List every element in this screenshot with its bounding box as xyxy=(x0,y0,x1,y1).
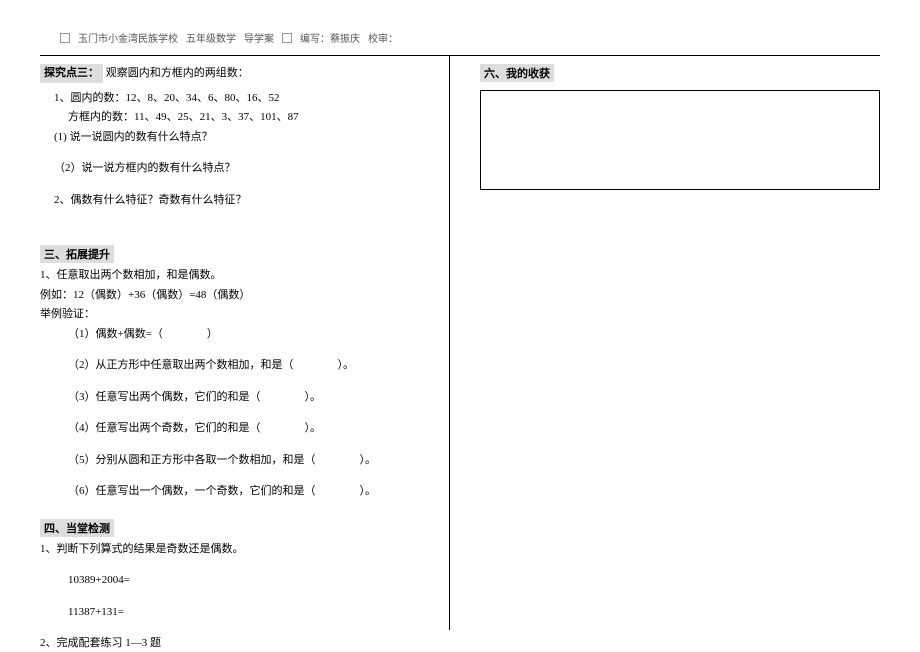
expand-l1: 1、任意取出两个数相加，和是偶数。 xyxy=(40,267,434,284)
page-header: 玉门市小金湾民族学校 五年级数学 导学案 编写：蔡振庆 校审： xyxy=(60,30,860,45)
section-harvest: 六、我的收获 xyxy=(480,64,880,190)
section-test: 四、当堂检测 1、判断下列算式的结果是奇数还是偶数。 10389+2004= 1… xyxy=(40,509,434,652)
section-explore: 探究点三： 观察圆内和方框内的两组数： 1、圆内的数：12、8、20、34、6、… xyxy=(40,64,434,208)
test-title: 四、当堂检测 xyxy=(40,519,114,537)
expand-l2: 例如：12（偶数）+36（偶数）=48（偶数） xyxy=(40,287,434,304)
harvest-box xyxy=(480,90,880,190)
header-review: 校审： xyxy=(368,30,398,45)
test-e2: 11387+131= xyxy=(40,604,434,621)
expand-i3: （3）任意写出两个偶数，它们的和是（ ）。 xyxy=(40,389,434,406)
right-column: 六、我的收获 xyxy=(450,56,880,630)
header-doc-icon xyxy=(282,33,292,43)
expand-i2: （2）从正方形中任意取出两个数相加，和是（ ）。 xyxy=(40,357,434,374)
expand-i5: （5）分别从圆和正方形中各取一个数相加，和是（ ）。 xyxy=(40,452,434,469)
test-l1: 1、判断下列算式的结果是奇数还是偶数。 xyxy=(40,541,434,558)
explore-box-nums: 方框内的数：11、49、25、21、3、37、101、87 xyxy=(40,109,434,126)
test-e1: 10389+2004= xyxy=(40,572,434,589)
expand-title: 三、拓展提升 xyxy=(40,245,114,263)
expand-i6: （6）任意写出一个偶数，一个奇数，它们的和是（ ）。 xyxy=(40,483,434,500)
explore-intro: 观察圆内和方框内的两组数： xyxy=(106,67,249,79)
left-column: 探究点三： 观察圆内和方框内的两组数： 1、圆内的数：12、8、20、34、6、… xyxy=(40,56,450,630)
explore-circle-nums: 1、圆内的数：12、8、20、34、6、80、16、52 xyxy=(40,90,434,107)
expand-i1: （1）偶数+偶数=（ ） xyxy=(40,326,434,343)
test-l2: 2、完成配套练习 1—3 题 xyxy=(40,635,434,652)
explore-q1: (1) 说一说圆内的数有什么特点？ xyxy=(40,129,434,146)
expand-i4: （4）任意写出两个奇数，它们的和是（ ）。 xyxy=(40,420,434,437)
header-grade: 五年级数学 xyxy=(186,30,236,45)
header-author: 编写：蔡振庆 xyxy=(300,30,360,45)
header-doc: 导学案 xyxy=(244,30,274,45)
harvest-title: 六、我的收获 xyxy=(480,64,554,82)
section-expand: 三、拓展提升 1、任意取出两个数相加，和是偶数。 例如：12（偶数）+36（偶数… xyxy=(40,235,434,500)
explore-title: 探究点三： xyxy=(40,64,103,83)
explore-q2: （2）说一说方框内的数有什么特点？ xyxy=(40,160,434,177)
header-logo-icon xyxy=(60,33,70,43)
content-area: 探究点三： 观察圆内和方框内的两组数： 1、圆内的数：12、8、20、34、6、… xyxy=(40,55,880,630)
explore-q3: 2、偶数有什么特征？奇数有什么特征？ xyxy=(40,192,434,209)
header-school: 玉门市小金湾民族学校 xyxy=(78,30,178,45)
expand-l3: 举例验证： xyxy=(40,306,434,323)
